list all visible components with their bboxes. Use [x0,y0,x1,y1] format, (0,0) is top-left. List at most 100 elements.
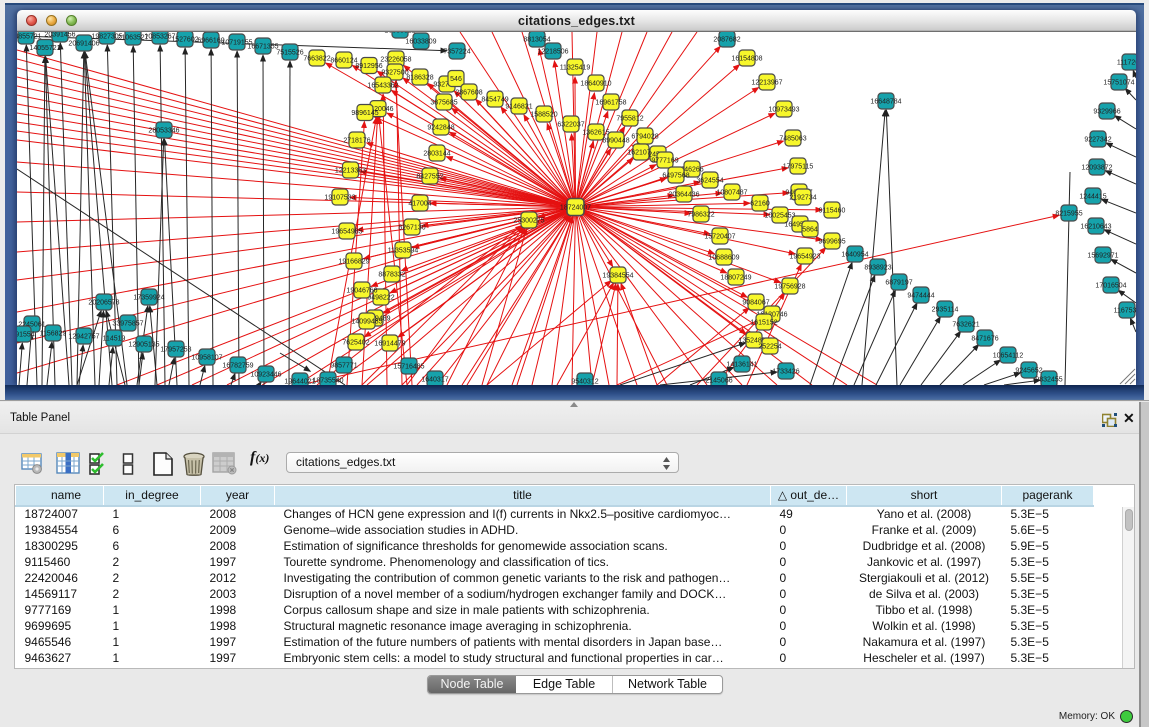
svg-text:8990448: 8990448 [602,138,629,145]
svg-text:1615152: 1615152 [750,320,777,327]
svg-text:12213363: 12213363 [335,168,366,175]
svg-text:7625402: 7625402 [342,340,369,347]
svg-text:9896145: 9896145 [351,110,378,117]
svg-text:19654923: 19654923 [789,254,820,261]
svg-text:15720407: 15720407 [704,234,735,241]
svg-text:9329966: 9329966 [1093,109,1120,116]
svg-text:16914479: 16914479 [374,341,405,348]
svg-text:9327500: 9327500 [381,70,408,77]
svg-text:9540312: 9540312 [571,379,598,386]
svg-text:7485063: 7485063 [779,136,806,143]
svg-text:23226058: 23226058 [380,57,411,64]
svg-text:19166829: 19166829 [338,259,369,266]
svg-text:7515526: 7515526 [276,50,303,57]
svg-text:8912956: 8912956 [355,63,382,70]
svg-text:9146821: 9146821 [505,104,532,111]
svg-text:1362615: 1362615 [582,130,609,137]
svg-text:9832455: 9832455 [1035,377,1062,384]
svg-text:9115460: 9115460 [819,208,846,215]
svg-text:19654985: 19654985 [331,229,362,236]
svg-text:1640317: 1640317 [421,377,448,384]
svg-text:8813054: 8813054 [523,37,550,44]
svg-text:19756928: 19756928 [774,284,805,291]
svg-text:2803144: 2803144 [423,151,450,158]
svg-text:2145066: 2145066 [705,378,732,385]
svg-text:19644021: 19644021 [284,379,315,386]
svg-text:9777169: 9777169 [651,158,678,165]
svg-text:8186328: 8186328 [406,75,433,82]
svg-text:2087682: 2087682 [713,37,740,44]
svg-text:6879197: 6879197 [885,280,912,287]
svg-text:8427552: 8427552 [416,174,443,181]
svg-text:417004: 417004 [408,201,431,208]
svg-text:6322037: 6322037 [557,122,584,129]
svg-text:16671355: 16671355 [247,44,278,51]
svg-text:7986322: 7986322 [687,212,714,219]
svg-text:16543362: 16543362 [367,83,398,90]
svg-text:20691406: 20691406 [68,41,99,48]
svg-text:14055721: 14055721 [29,45,60,52]
svg-text:1588520: 1588520 [530,112,557,119]
svg-text:11325419: 11325419 [560,65,591,72]
svg-text:5864: 5864 [802,227,818,234]
svg-text:2718176: 2718176 [343,138,370,145]
svg-text:7955812: 7955812 [616,116,643,123]
svg-text:20391456: 20391456 [44,32,75,39]
svg-text:8878332: 8878332 [378,272,405,279]
svg-text:17975115: 17975115 [783,164,814,171]
svg-text:6497568: 6497568 [662,173,689,180]
svg-text:1156829: 1156829 [40,331,67,338]
svg-text:8471676: 8471676 [971,336,998,343]
svg-text:11353594: 11353594 [388,248,419,255]
svg-text:10958107: 10958107 [191,355,222,362]
svg-text:25300275: 25300275 [513,218,544,225]
svg-text:10688609: 10688609 [708,255,739,262]
svg-text:114519: 114519 [103,336,126,343]
svg-text:9857771: 9857771 [330,363,357,370]
svg-text:2867608: 2867608 [455,90,482,97]
svg-text:28053346: 28053346 [148,128,179,135]
svg-text:62160: 62160 [750,201,770,208]
svg-text:10923446: 10923446 [250,372,281,379]
svg-text:9245652: 9245652 [1015,368,1042,375]
svg-text:18807249: 18807249 [720,275,751,282]
svg-text:9227342: 9227342 [1084,137,1111,144]
svg-text:12218506: 12218506 [537,49,568,56]
svg-text:546: 546 [450,76,462,83]
svg-text:14855721: 14855721 [17,34,42,41]
svg-text:12905135: 12905135 [128,342,159,349]
svg-text:1244415: 1244415 [1079,194,1106,201]
svg-text:8215955: 8215955 [1055,211,1082,218]
svg-text:391554: 391554 [17,332,35,339]
svg-text:2935114: 2935114 [932,307,959,314]
svg-text:12093872: 12093872 [1081,165,1112,172]
svg-text:15751074: 15751074 [1103,80,1134,87]
svg-text:12942757: 12942757 [68,334,99,341]
svg-text:2192734: 2192734 [789,195,816,202]
svg-text:10654112: 10654112 [993,353,1024,360]
svg-text:16782759: 16782759 [222,363,253,370]
svg-text:15692971: 15692971 [1087,253,1118,260]
svg-text:16033812: 16033812 [384,32,415,35]
svg-text:17359924: 17359924 [133,295,164,302]
svg-text:7357224: 7357224 [443,49,470,56]
svg-text:252254: 252254 [758,344,781,351]
svg-text:1117204: 1117204 [1117,60,1136,67]
svg-text:8454749: 8454749 [481,97,508,104]
svg-text:20206578: 20206578 [88,300,119,307]
svg-text:14136141: 14136141 [726,362,757,369]
svg-text:19107533: 19107533 [324,195,355,202]
svg-text:1527602: 1527602 [171,37,198,44]
svg-text:8660124: 8660124 [330,58,357,65]
svg-text:8267130: 8267130 [398,225,425,232]
svg-text:18735540: 18735540 [312,378,343,385]
svg-text:16961758: 16961758 [595,100,626,107]
svg-text:9474444: 9474444 [907,293,934,300]
svg-text:9699695: 9699695 [818,239,845,246]
svg-text:17957253: 17957253 [160,347,191,354]
svg-text:12213967: 12213967 [751,80,782,87]
svg-text:7663822: 7663822 [303,56,330,63]
svg-text:1640954: 1640954 [841,252,868,259]
svg-text:3875685: 3875685 [430,100,457,107]
svg-text:10025453: 10025453 [764,213,795,220]
